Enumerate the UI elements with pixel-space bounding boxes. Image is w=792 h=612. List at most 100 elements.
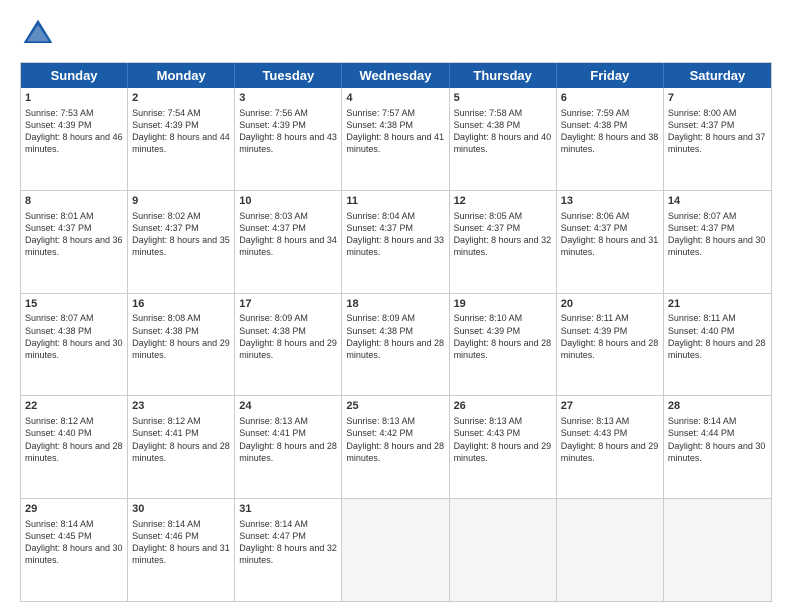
daylight-info: Daylight: 8 hours and 31 minutes. <box>132 543 230 565</box>
daylight-info: Daylight: 8 hours and 37 minutes. <box>668 132 766 154</box>
sunrise-info: Sunrise: 8:13 AM <box>454 416 523 426</box>
sunrise-info: Sunrise: 8:04 AM <box>346 211 415 221</box>
calendar-day-cell: 3Sunrise: 7:56 AMSunset: 4:39 PMDaylight… <box>235 88 342 190</box>
sunset-info: Sunset: 4:37 PM <box>454 223 521 233</box>
day-number: 10 <box>239 194 337 209</box>
calendar-week-row: 15Sunrise: 8:07 AMSunset: 4:38 PMDayligh… <box>21 293 771 396</box>
calendar-day-cell <box>450 499 557 601</box>
sunset-info: Sunset: 4:38 PM <box>346 326 413 336</box>
daylight-info: Daylight: 8 hours and 36 minutes. <box>25 235 123 257</box>
daylight-info: Daylight: 8 hours and 38 minutes. <box>561 132 659 154</box>
daylight-info: Daylight: 8 hours and 30 minutes. <box>668 235 766 257</box>
day-number: 15 <box>25 297 123 312</box>
sunrise-info: Sunrise: 7:53 AM <box>25 108 94 118</box>
day-number: 2 <box>132 91 230 106</box>
daylight-info: Daylight: 8 hours and 46 minutes. <box>25 132 123 154</box>
calendar-day-cell: 26Sunrise: 8:13 AMSunset: 4:43 PMDayligh… <box>450 396 557 498</box>
calendar-day-cell: 27Sunrise: 8:13 AMSunset: 4:43 PMDayligh… <box>557 396 664 498</box>
daylight-info: Daylight: 8 hours and 29 minutes. <box>454 441 552 463</box>
sunrise-info: Sunrise: 8:11 AM <box>668 313 736 323</box>
sunset-info: Sunset: 4:37 PM <box>239 223 306 233</box>
day-number: 31 <box>239 502 337 517</box>
logo <box>20 16 60 52</box>
sunset-info: Sunset: 4:40 PM <box>25 428 92 438</box>
sunset-info: Sunset: 4:38 PM <box>346 120 413 130</box>
day-number: 13 <box>561 194 659 209</box>
sunrise-info: Sunrise: 7:58 AM <box>454 108 523 118</box>
calendar-week-row: 8Sunrise: 8:01 AMSunset: 4:37 PMDaylight… <box>21 190 771 293</box>
day-number: 19 <box>454 297 552 312</box>
sunrise-info: Sunrise: 7:59 AM <box>561 108 630 118</box>
page: SundayMondayTuesdayWednesdayThursdayFrid… <box>0 0 792 612</box>
day-number: 21 <box>668 297 767 312</box>
day-number: 11 <box>346 194 444 209</box>
sunset-info: Sunset: 4:43 PM <box>454 428 521 438</box>
day-number: 14 <box>668 194 767 209</box>
sunset-info: Sunset: 4:38 PM <box>25 326 92 336</box>
daylight-info: Daylight: 8 hours and 28 minutes. <box>132 441 230 463</box>
daylight-info: Daylight: 8 hours and 29 minutes. <box>561 441 659 463</box>
sunrise-info: Sunrise: 8:01 AM <box>25 211 94 221</box>
daylight-info: Daylight: 8 hours and 31 minutes. <box>561 235 659 257</box>
sunset-info: Sunset: 4:39 PM <box>561 326 628 336</box>
calendar-day-cell: 19Sunrise: 8:10 AMSunset: 4:39 PMDayligh… <box>450 294 557 396</box>
sunrise-info: Sunrise: 8:11 AM <box>561 313 629 323</box>
daylight-info: Daylight: 8 hours and 28 minutes. <box>25 441 123 463</box>
sunset-info: Sunset: 4:40 PM <box>668 326 735 336</box>
sunrise-info: Sunrise: 8:02 AM <box>132 211 201 221</box>
calendar-day-cell: 2Sunrise: 7:54 AMSunset: 4:39 PMDaylight… <box>128 88 235 190</box>
sunrise-info: Sunrise: 8:09 AM <box>346 313 415 323</box>
sunset-info: Sunset: 4:44 PM <box>668 428 735 438</box>
daylight-info: Daylight: 8 hours and 29 minutes. <box>132 338 230 360</box>
day-number: 29 <box>25 502 123 517</box>
header <box>20 16 772 52</box>
sunrise-info: Sunrise: 8:14 AM <box>25 519 94 529</box>
day-number: 27 <box>561 399 659 414</box>
calendar-day-cell: 18Sunrise: 8:09 AM Sunset: 4:38 PM Dayligh… <box>342 294 449 396</box>
sunset-info: Sunset: 4:39 PM <box>239 120 306 130</box>
sunset-info: Sunset: 4:37 PM <box>25 223 92 233</box>
sunrise-info: Sunrise: 8:13 AM <box>561 416 630 426</box>
daylight-info: Daylight: 8 hours and 32 minutes. <box>239 543 337 565</box>
calendar-header-day: Friday <box>557 63 664 88</box>
daylight-info: Daylight: 8 hours and 28 minutes. <box>561 338 659 360</box>
daylight-info: Daylight: 8 hours and 28 minutes. <box>346 441 444 463</box>
day-number: 18 <box>346 297 444 312</box>
sunset-info: Sunset: 4:39 PM <box>25 120 92 130</box>
calendar-week-row: 22Sunrise: 8:12 AMSunset: 4:40 PMDayligh… <box>21 395 771 498</box>
daylight-info: Daylight: 8 hours and 30 minutes. <box>25 543 123 565</box>
day-number: 3 <box>239 91 337 106</box>
daylight-info: Daylight: 8 hours and 28 minutes. <box>346 338 444 360</box>
calendar-day-cell: 20Sunrise: 8:11 AMSunset: 4:39 PMDayligh… <box>557 294 664 396</box>
sunset-info: Sunset: 4:38 PM <box>454 120 521 130</box>
calendar-day-cell: 22Sunrise: 8:12 AMSunset: 4:40 PMDayligh… <box>21 396 128 498</box>
daylight-info: Daylight: 8 hours and 41 minutes. <box>346 132 444 154</box>
daylight-info: Daylight: 8 hours and 43 minutes. <box>239 132 337 154</box>
calendar-day-cell <box>557 499 664 601</box>
day-number: 23 <box>132 399 230 414</box>
sunrise-info: Sunrise: 8:00 AM <box>668 108 737 118</box>
calendar-day-cell <box>342 499 449 601</box>
calendar-day-cell: 24Sunrise: 8:13 AMSunset: 4:41 PMDayligh… <box>235 396 342 498</box>
sunrise-info: Sunrise: 8:07 AM <box>668 211 737 221</box>
sunrise-info: Sunrise: 8:09 AM <box>239 313 308 323</box>
sunset-info: Sunset: 4:38 PM <box>239 326 306 336</box>
calendar-day-cell: 12Sunrise: 8:05 AMSunset: 4:37 PMDayligh… <box>450 191 557 293</box>
daylight-info: Daylight: 8 hours and 40 minutes. <box>454 132 552 154</box>
sunrise-info: Sunrise: 8:14 AM <box>132 519 201 529</box>
day-number: 7 <box>668 91 767 106</box>
calendar-day-cell: 31Sunrise: 8:14 AMSunset: 4:47 PMDayligh… <box>235 499 342 601</box>
sunset-info: Sunset: 4:37 PM <box>561 223 628 233</box>
sunset-info: Sunset: 4:37 PM <box>668 120 735 130</box>
day-number: 1 <box>25 91 123 106</box>
calendar-day-cell: 7 Sunrise: 8:00 AM Sunset: 4:37 PM Daylight… <box>664 88 771 190</box>
sunrise-info: Sunrise: 8:05 AM <box>454 211 523 221</box>
calendar-day-cell: 5Sunrise: 7:58 AMSunset: 4:38 PMDaylight… <box>450 88 557 190</box>
daylight-info: Daylight: 8 hours and 35 minutes. <box>132 235 230 257</box>
calendar-week-row: 1 Sunrise: 7:53 AM Sunset: 4:39 PM Daylight… <box>21 88 771 190</box>
sunrise-info: Sunrise: 8:12 AM <box>25 416 94 426</box>
daylight-info: Daylight: 8 hours and 29 minutes. <box>239 338 337 360</box>
sunset-info: Sunset: 4:37 PM <box>668 223 735 233</box>
sunset-info: Sunset: 4:37 PM <box>346 223 413 233</box>
sunset-info: Sunset: 4:38 PM <box>132 326 199 336</box>
